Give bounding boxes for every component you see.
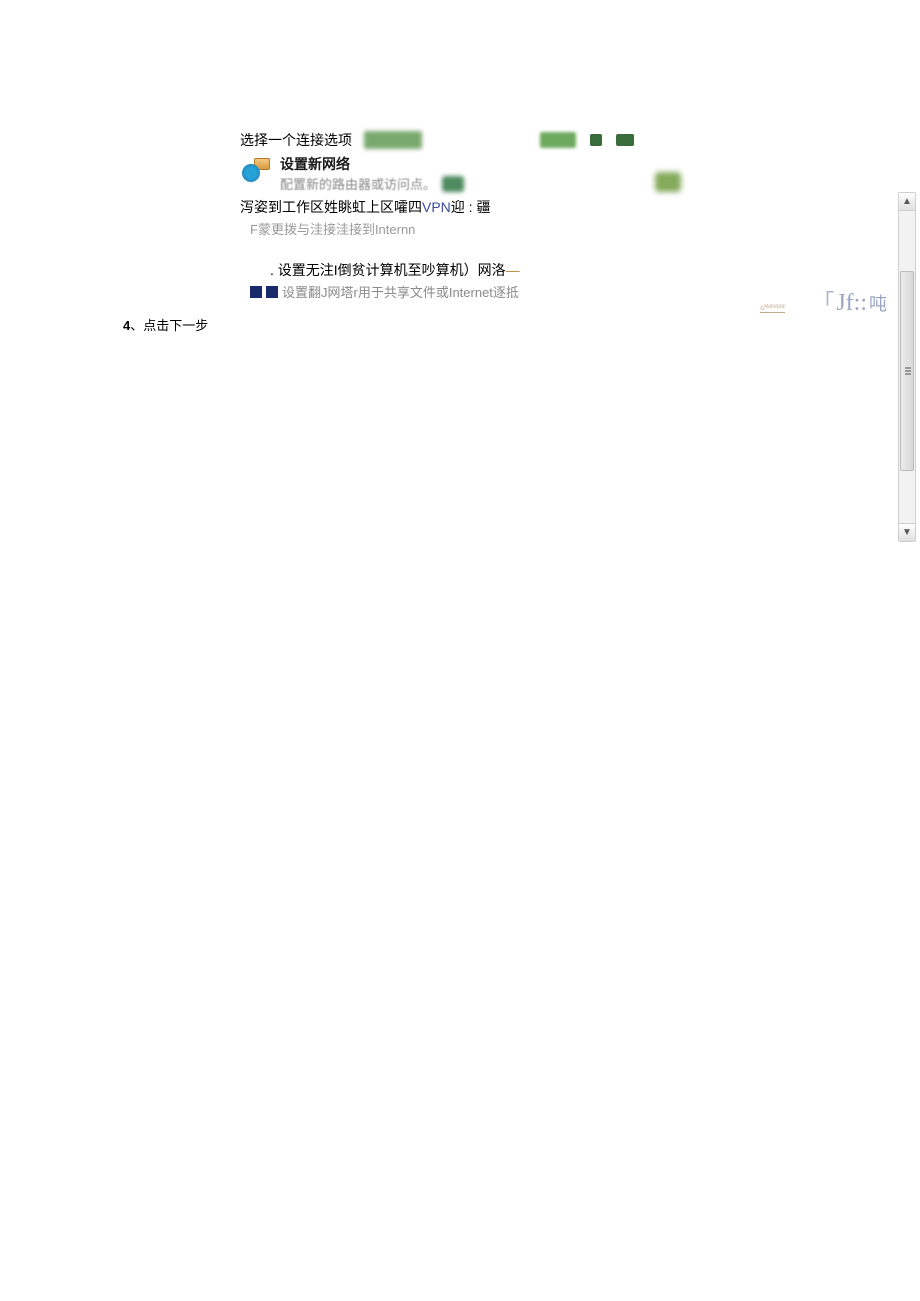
- blurred-artifact-icon: [442, 176, 464, 192]
- dialog-title: 选择一个连接选项: [240, 130, 352, 150]
- blurred-artifact-icon: [540, 132, 576, 148]
- option-title: 设置新网络: [280, 154, 464, 174]
- option-adhoc-line: . 设置无注I倒贫计算机至吵算机）网洛—: [270, 260, 800, 280]
- dialog-title-row: 选择一个连接选项: [240, 130, 800, 150]
- bracket-icon: 「: [812, 285, 834, 317]
- option-subtitle-row: 配置新的路由器或访问点。: [280, 174, 464, 193]
- decorative-label: ɢᴺᴹᴱᵂᴮᴺᴱ 「 Jf:: 吨: [812, 285, 887, 317]
- option-text-group: 设置新网络 配置新的路由器或访问点。: [280, 154, 464, 193]
- option-subtitle: 配置新的路由器或访问点。: [280, 174, 436, 193]
- option-workplace-line: 泻姿到工作区姓眺虹上区嚯四VPN迎 : 疆: [240, 197, 800, 217]
- blurred-artifact-icon: [364, 131, 422, 149]
- blurred-artifact-icon: [590, 134, 602, 146]
- blurred-square-icon: [266, 286, 278, 298]
- line3-suffix: 迎 : 疆: [451, 199, 491, 215]
- scroll-track[interactable]: [899, 211, 915, 523]
- line3-prefix: 泻姿到工作区: [240, 199, 324, 215]
- line5-text: . 设置无注I倒贫计算机至吵算机）网洛: [270, 262, 506, 278]
- scroll-up-arrow-icon[interactable]: ▲: [899, 193, 915, 211]
- decorative-small-text: ɢᴺᴹᴱᵂᴮᴺᴱ: [760, 303, 785, 313]
- option-setup-network[interactable]: 设置新网络 配置新的路由器或访问点。: [240, 154, 800, 193]
- scroll-thumb[interactable]: [900, 271, 914, 471]
- blurred-square-icon: [250, 286, 262, 298]
- suffix-text: 吨: [869, 290, 887, 316]
- option-adhoc-subtitle-row: 设置翻J网塔r用于共享文件或Internet逐抵: [250, 282, 800, 301]
- blurred-artifact-icon: [616, 134, 634, 146]
- line6-text: 设置翻J网塔r用于共享文件或Internet逐抵: [282, 282, 519, 301]
- line3-vpn: VPN: [422, 199, 451, 215]
- step-sep: 、: [130, 318, 143, 333]
- network-setup-icon: [240, 156, 274, 184]
- step-instruction: 4、点击下一步: [123, 315, 208, 334]
- dash-icon: —: [506, 262, 520, 278]
- option-dialup-subtitle: F蒙更拨与洼接洼接到Internn: [250, 219, 800, 238]
- network-dialog-fragment: 选择一个连接选项 设置新网络 配置新的路由器或访问点。 泻姿到工作区姓眺虹上区嚯…: [240, 130, 800, 301]
- step-text: 点击下一步: [143, 318, 208, 333]
- line3-mid: 姓眺虹上区嚯四: [324, 199, 422, 215]
- jf-text: Jf::: [836, 290, 867, 317]
- vertical-scrollbar[interactable]: ▲ ▼: [898, 192, 916, 542]
- blurred-artifact-icon: [655, 172, 681, 192]
- scroll-down-arrow-icon[interactable]: ▼: [899, 523, 915, 541]
